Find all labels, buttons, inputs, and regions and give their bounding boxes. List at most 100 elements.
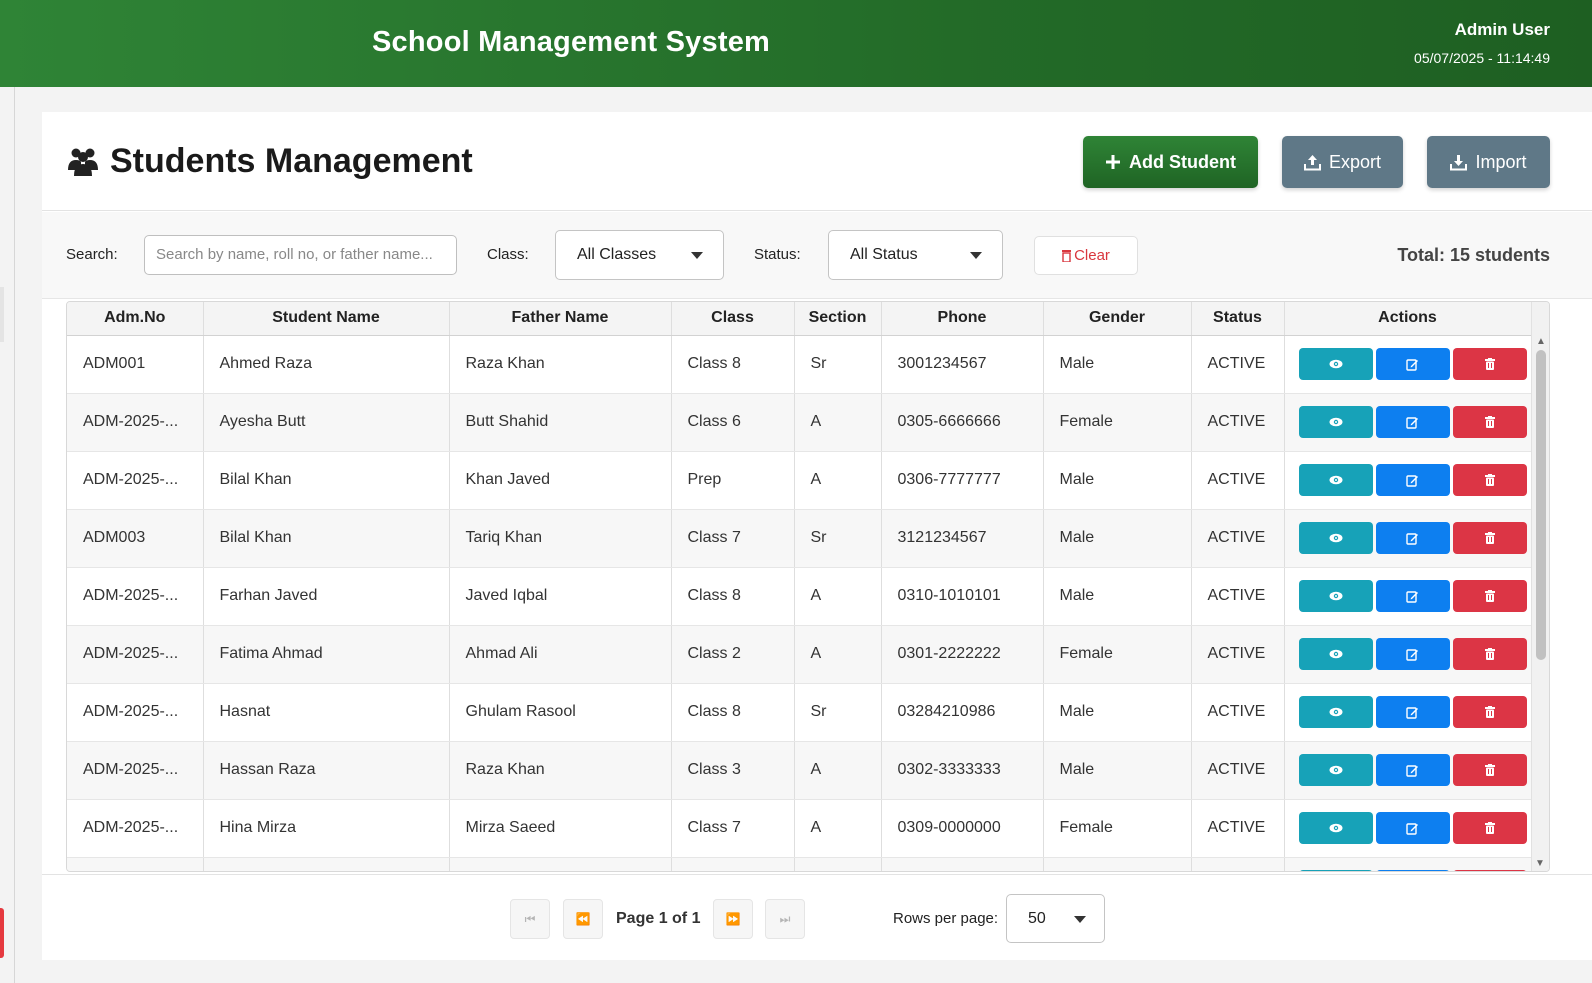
column-header[interactable]: Father Name — [449, 302, 672, 336]
vertical-scrollbar[interactable]: ▲ ▼ — [1531, 302, 1549, 871]
edit-button[interactable] — [1375, 464, 1450, 496]
eye-icon — [1329, 591, 1343, 601]
edit-button[interactable] — [1375, 812, 1450, 844]
table-cell: A — [794, 741, 882, 800]
view-button[interactable] — [1298, 696, 1373, 728]
table-header-row: Adm.No Student Name Father Name Class Sectio… — [67, 302, 1532, 336]
view-button[interactable] — [1298, 812, 1373, 844]
table-row[interactable]: ADM003 Bilal Khan Tariq Khan Class 7 Sr 31212… — [67, 509, 1532, 568]
table-row[interactable]: ADM-2025-... Fatima Ahmad Ahmad Ali Class 2… — [67, 625, 1532, 684]
eye-icon — [1329, 475, 1343, 485]
edit-button[interactable] — [1375, 406, 1450, 438]
column-header[interactable]: Gender — [1043, 302, 1192, 336]
table-cell: Class 3 — [671, 741, 795, 800]
edit-button[interactable] — [1375, 522, 1450, 554]
view-button[interactable] — [1298, 754, 1373, 786]
table-row[interactable]: ADM-2025-... Ayesha Butt Butt Shahid Class … — [67, 393, 1532, 452]
delete-button[interactable] — [1452, 754, 1527, 786]
delete-button[interactable] — [1452, 638, 1527, 670]
column-header[interactable]: Status — [1191, 302, 1285, 336]
table-cell: Farhan Javed — [203, 567, 450, 626]
scrollbar-thumb[interactable] — [1536, 350, 1546, 660]
view-button[interactable] — [1298, 464, 1373, 496]
table-row[interactable]: ADM-2025-... Hina Mirza Mirza Saeed Class 7… — [67, 799, 1532, 858]
delete-button[interactable] — [1452, 522, 1527, 554]
edit-button[interactable] — [1375, 754, 1450, 786]
edit-button[interactable] — [1375, 348, 1450, 380]
scroll-up-icon[interactable]: ▲ — [1536, 336, 1546, 347]
table-cell: 0305-6666666 — [881, 393, 1044, 452]
class-select[interactable]: All Classes — [555, 230, 724, 280]
view-button[interactable] — [1298, 348, 1373, 380]
edit-button[interactable] — [1375, 870, 1450, 871]
column-header[interactable]: Adm.No — [67, 302, 204, 336]
table-cell — [881, 857, 1044, 871]
search-label: Search: — [66, 246, 118, 263]
class-select-value: All Classes — [577, 246, 657, 263]
search-input[interactable]: Search by name, roll no, or father name.… — [144, 235, 457, 275]
delete-button[interactable] — [1452, 348, 1527, 380]
table-cell: Male — [1043, 683, 1192, 742]
students-table-container: Adm.No Student Name Father Name Class Sectio… — [66, 301, 1550, 872]
view-button[interactable] — [1298, 638, 1373, 670]
last-page-button[interactable]: ⏭ — [765, 899, 805, 939]
prev-page-button[interactable]: ⏪ — [563, 899, 603, 939]
table-row[interactable]: ADM-2025-... Hassan Raza Raza Khan Class 3A… — [67, 741, 1532, 800]
status-select[interactable]: All Status — [828, 230, 1003, 280]
total-count: Total: 15 students — [1397, 245, 1550, 265]
column-header[interactable]: Actions — [1284, 302, 1532, 336]
sidebar-alert-tab[interactable] — [0, 908, 4, 958]
import-button[interactable]: Import — [1427, 136, 1550, 188]
view-button[interactable] — [1298, 870, 1373, 871]
clear-button[interactable]: Clear — [1034, 236, 1138, 275]
table-cell: Ahmad Ali — [449, 625, 672, 684]
table-cell: ADM-2025-... — [67, 451, 204, 510]
upload-icon — [1303, 154, 1321, 170]
column-header[interactable]: Section — [794, 302, 882, 336]
edit-button[interactable] — [1375, 638, 1450, 670]
first-page-button[interactable]: ⏮ — [510, 899, 550, 939]
table-cell: 03284210986 — [881, 683, 1044, 742]
row-actions — [1284, 509, 1532, 568]
view-button[interactable] — [1298, 580, 1373, 612]
delete-button[interactable] — [1452, 406, 1527, 438]
eye-icon — [1329, 649, 1343, 659]
status-label: Status: — [754, 246, 801, 263]
row-actions — [1284, 567, 1532, 626]
table-row[interactable]: ADM-2025-... Farhan Javed Javed Iqbal Class… — [67, 567, 1532, 626]
table-cell: A — [794, 451, 882, 510]
column-header[interactable]: Class — [671, 302, 795, 336]
delete-button[interactable] — [1452, 696, 1527, 728]
table-cell: ACTIVE — [1191, 683, 1285, 742]
view-button[interactable] — [1298, 522, 1373, 554]
table-row[interactable]: ADM-2025-... Hasnat Ghulam Rasool Class 8 Sr… — [67, 683, 1532, 742]
edit-button[interactable] — [1375, 580, 1450, 612]
import-label: Import — [1475, 151, 1527, 172]
add-student-button[interactable]: Add Student — [1083, 136, 1258, 188]
user-name[interactable]: Admin User — [1455, 20, 1550, 40]
trash-icon — [1484, 474, 1495, 486]
column-header[interactable]: Student Name — [203, 302, 450, 336]
table-cell: Male — [1043, 567, 1192, 626]
edit-button[interactable] — [1375, 696, 1450, 728]
table-cell: ACTIVE — [1191, 451, 1285, 510]
delete-button[interactable] — [1452, 580, 1527, 612]
sidebar-tab[interactable] — [0, 287, 4, 342]
row-actions — [1284, 683, 1532, 742]
delete-button[interactable] — [1452, 870, 1527, 871]
next-page-icon: ⏩ — [725, 912, 741, 926]
view-button[interactable] — [1298, 406, 1373, 438]
export-button[interactable]: Export — [1282, 136, 1403, 188]
table-cell: ADM003 — [67, 509, 204, 568]
table-cell: Male — [1043, 741, 1192, 800]
next-page-button[interactable]: ⏩ — [713, 899, 753, 939]
delete-button[interactable] — [1452, 812, 1527, 844]
table-row[interactable]: ADM-2025-... Bilal Khan Khan Javed Prep A 030… — [67, 451, 1532, 510]
rows-per-page-select[interactable]: 50 — [1006, 894, 1105, 943]
scroll-down-icon[interactable]: ▼ — [1535, 858, 1545, 869]
table-row[interactable] — [67, 857, 1532, 871]
table-body: ADM001 Ahmed Raza Raza Khan Class 8 Sr 300123… — [67, 335, 1532, 871]
delete-button[interactable] — [1452, 464, 1527, 496]
table-row[interactable]: ADM001 Ahmed Raza Raza Khan Class 8 Sr 300123… — [67, 335, 1532, 394]
column-header[interactable]: Phone — [881, 302, 1044, 336]
